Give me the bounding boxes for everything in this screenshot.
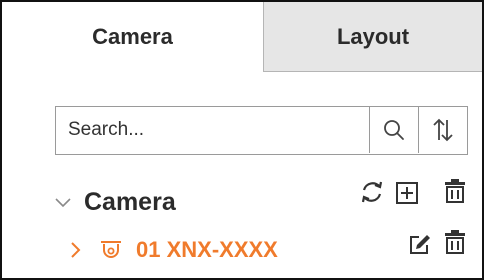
search-button[interactable] bbox=[369, 107, 418, 153]
refresh-button[interactable] bbox=[358, 178, 386, 206]
tree-group-camera[interactable]: Camera bbox=[52, 182, 176, 222]
delete-item-button[interactable] bbox=[441, 228, 469, 256]
add-button[interactable] bbox=[393, 179, 421, 207]
delete-icon bbox=[445, 179, 465, 203]
tree-item-camera-01[interactable]: 01 XNX-XXXX bbox=[66, 232, 278, 268]
search-bar bbox=[55, 106, 468, 155]
tab-layout-label: Layout bbox=[336, 23, 410, 49]
tree-group-label: Camera bbox=[84, 187, 176, 216]
edit-button[interactable] bbox=[406, 230, 434, 258]
camera-icon bbox=[98, 237, 124, 263]
tab-camera-label: Camera bbox=[92, 24, 173, 49]
refresh-icon bbox=[361, 181, 383, 203]
add-icon bbox=[396, 182, 418, 204]
tab-layout[interactable]: Layout bbox=[264, 2, 482, 72]
sort-button[interactable] bbox=[418, 107, 467, 153]
tree-item-label: 01 XNX-XXXX bbox=[136, 237, 278, 262]
edit-icon bbox=[410, 235, 430, 254]
camera-panel: Camera Layout Camera bbox=[0, 0, 484, 280]
search-input[interactable] bbox=[56, 107, 369, 153]
tab-bar: Camera Layout bbox=[2, 2, 482, 72]
delete-group-button[interactable] bbox=[441, 177, 469, 205]
search-icon bbox=[384, 120, 404, 140]
delete-icon bbox=[445, 230, 465, 254]
sort-icon bbox=[433, 118, 453, 142]
chevron-right-icon[interactable] bbox=[66, 239, 84, 261]
chevron-down-icon[interactable] bbox=[52, 191, 74, 213]
tab-camera[interactable]: Camera bbox=[2, 2, 264, 72]
